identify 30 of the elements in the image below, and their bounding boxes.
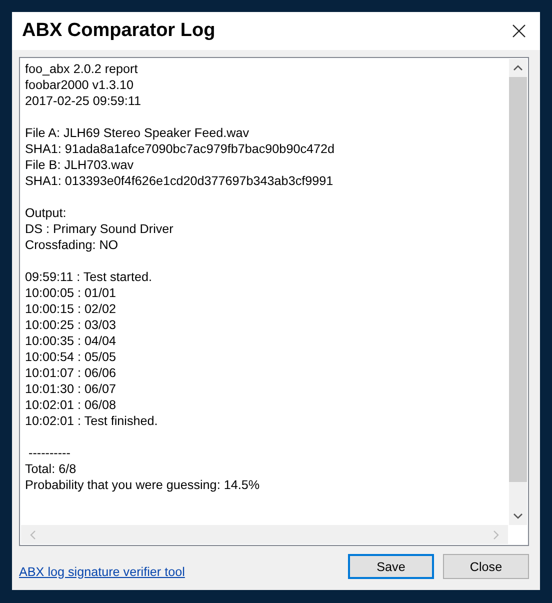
log-line: 10:00:05 : 01/01 [25,285,118,301]
close-button[interactable]: Close [443,554,529,579]
log-line: Probability that you were guessing: 14.5% [25,477,261,493]
log-text-area[interactable] [19,57,529,546]
log-line: File A: JLH69 Stereo Speaker Feed.wav [25,125,250,141]
window-title: ABX Comparator Log [22,20,216,42]
log-line: 10:00:35 : 04/04 [25,333,118,349]
log-line: 10:00:25 : 03/03 [25,317,118,333]
log-line: 10:01:30 : 06/07 [25,381,118,397]
close-icon[interactable] [512,24,526,38]
verifier-tool-link[interactable]: ABX log signature verifier tool [19,564,185,578]
save-button[interactable]: Save [348,554,434,579]
log-line: foo_abx 2.0.2 report [25,61,139,77]
log-line: Total: 6/8 [25,461,78,477]
log-line: Output: [25,205,68,221]
log-line: 10:00:54 : 05/05 [25,349,118,365]
log-line: foobar2000 v1.3.10 [25,77,135,93]
log-line: 2017-02-25 09:59:11 [25,93,142,109]
log-line: 10:00:15 : 02/02 [25,301,118,317]
log-line: 10:02:01 : Test finished. [25,413,159,429]
log-line: Crossfading: NO [25,237,120,253]
log-line: 09:59:11 : Test started. [25,269,153,285]
log-line: DS : Primary Sound Driver [25,221,174,237]
log-line: 10:02:01 : 06/08 [25,397,118,413]
log-line: File B: JLH703.wav [25,157,134,173]
log-line: SHA1: 91ada8a1afce7090bc7ac979fb7bac90b90c472d [25,141,335,157]
horizontal-scrollbar[interactable] [21,525,508,544]
log-line: ---------- [27,445,72,461]
log-line: 10:01:07 : 06/06 [25,365,118,381]
log-line: SHA1: 013393e0f4f626e1cd20d377697b343ab3cf9991 [25,173,334,189]
